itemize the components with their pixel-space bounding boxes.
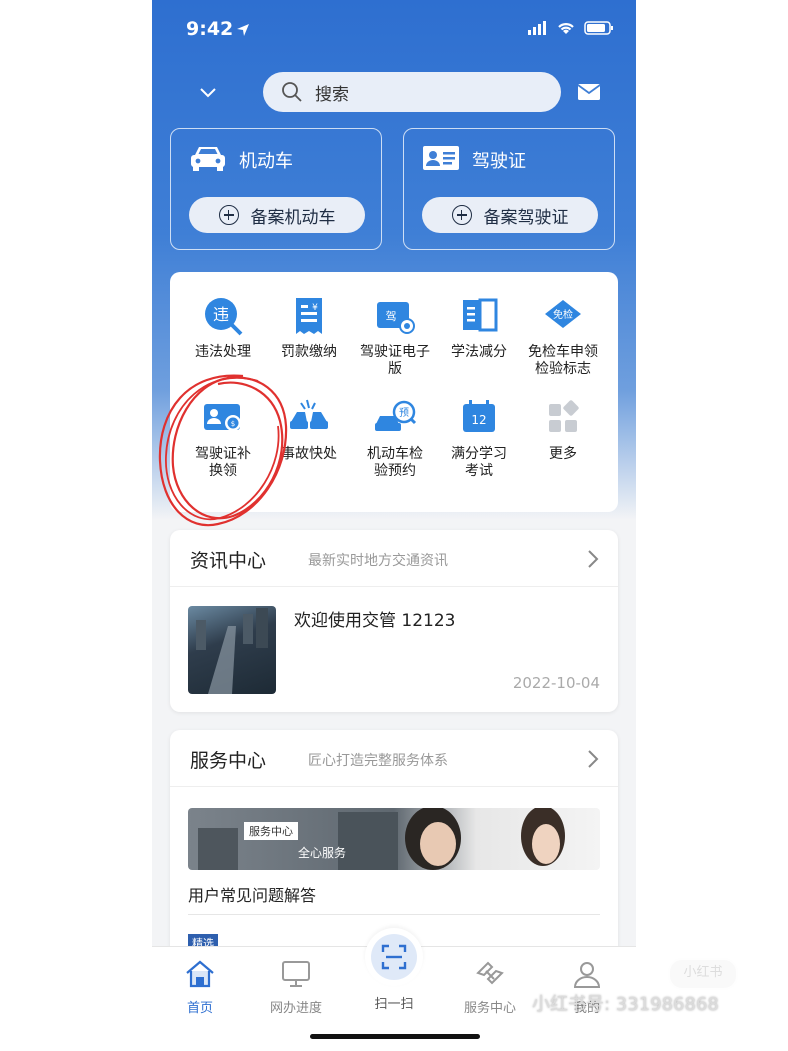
search-input[interactable]: 搜索 [263,72,561,112]
register-vehicle-button[interactable]: 备案机动车 [189,197,365,233]
plus-circle-icon [451,205,472,225]
violation-icon-text: 违 [213,305,229,324]
e-license-icon-text: 驾 [386,310,397,323]
signal-icon [528,20,548,39]
search-placeholder: 搜索 [315,84,349,105]
service-label: 违法处理 [195,344,251,360]
scan-button[interactable] [365,928,423,986]
banner-text: 全心服务 [298,846,347,860]
service-center-title: 服务中心 [190,750,267,772]
service-center-subtitle: 匠心打造完整服务体系 [308,753,448,769]
exempt-inspection-icon: 免检 [541,294,585,338]
status-time: 9:42 [186,18,234,40]
vehicle-card[interactable]: 机动车 备案机动车 [170,128,382,250]
service-label: 满分学习考试 [451,446,507,479]
chevron-down-icon[interactable] [198,82,218,102]
location-arrow-icon [236,22,250,41]
home-icon [184,960,216,993]
service-exempt-inspection[interactable]: 免检 免检车申领检验标志 [518,294,608,378]
service-study-points[interactable]: 学法减分 [434,294,524,361]
id-card-icon [422,143,460,177]
news-center: 资讯中心 最新实时地方交通资讯 欢迎使用交管 12123 2022-10-04 [170,530,618,712]
search-icon [281,81,303,103]
car-icon [189,143,227,177]
banner-tag: 服务中心 [244,822,298,840]
service-inspection-booking[interactable]: 预 机动车检验预约 [350,396,440,480]
license-card[interactable]: 驾驶证 备案驾驶证 [403,128,615,250]
license-card-title: 驾驶证 [472,151,526,172]
news-item-date: 2022-10-04 [512,674,600,692]
faq-link[interactable]: 用户常见问题解答 [188,882,316,906]
watermark-id: 小红书号: 331986868 [532,994,719,1015]
tab-label: 服务中心 [463,1001,516,1016]
news-thumbnail[interactable] [188,606,276,694]
exempt-icon-text: 免检 [553,308,573,321]
service-label: 机动车检验预约 [367,446,423,479]
study-book-icon [457,294,501,338]
status-bar: 9:42 [152,0,636,60]
home-indicator [310,1034,480,1039]
e-license-icon: 驾 [373,294,417,338]
service-label: 驾驶证电子版 [360,344,430,377]
register-vehicle-label: 备案机动车 [250,207,336,228]
monitor-icon [280,961,312,993]
service-label: 更多 [549,446,577,462]
service-violation[interactable]: 违 违法处理 [178,294,268,361]
score-icon-text: 12 [471,413,486,427]
tab-home[interactable]: 首页 [165,959,235,1016]
mail-icon[interactable] [577,82,601,106]
register-license-label: 备案驾驶证 [483,207,569,228]
service-label: 免检车申领检验标志 [528,344,598,377]
plus-circle-icon [218,205,239,225]
tab-label: 扫一扫 [374,997,414,1012]
service-banner[interactable]: 服务中心 全心服务 [188,808,600,870]
inspection-booking-icon: 预 [373,396,417,440]
service-fine-payment[interactable]: ¥ 罚款缴纳 [264,294,354,361]
wifi-icon [556,20,576,39]
watermark-logo: 小红书 [668,958,738,990]
news-item-title[interactable]: 欢迎使用交管 12123 [294,606,455,631]
register-license-button[interactable]: 备案驾驶证 [422,197,598,233]
service-more[interactable]: 更多 [518,396,608,463]
search-row: 搜索 [152,72,636,114]
tab-scan[interactable]: 扫一扫 [359,989,429,1012]
scan-icon [371,934,417,980]
battery-icon [584,20,614,39]
divider [170,786,618,787]
violation-icon: 违 [201,294,245,338]
tab-service-center[interactable]: 服务中心 [455,959,525,1016]
svg-text:¥: ¥ [312,303,318,313]
handshake-icon [474,961,506,993]
news-center-subtitle: 最新实时地方交通资讯 [308,553,448,569]
service-label: 罚款缴纳 [281,344,337,360]
booking-icon-text: 预 [399,407,409,419]
tab-label: 首页 [186,1001,213,1016]
service-e-license[interactable]: 驾 驾驶证电子版 [350,294,440,378]
divider [188,914,600,915]
vehicle-card-title: 机动车 [239,151,293,172]
news-center-title: 资讯中心 [190,550,267,572]
chevron-right-icon[interactable] [586,548,600,574]
service-full-score-study[interactable]: 12 满分学习考试 [434,396,524,480]
tab-progress[interactable]: 网办进度 [261,959,331,1016]
divider [170,586,618,587]
tab-label: 网办进度 [269,1001,322,1016]
service-label: 学法减分 [451,344,507,360]
fine-payment-icon: ¥ [287,294,331,338]
full-score-study-icon: 12 [457,396,501,440]
red-annotation-circle [158,374,288,527]
chevron-right-icon[interactable] [586,748,600,774]
more-grid-icon [541,396,585,440]
